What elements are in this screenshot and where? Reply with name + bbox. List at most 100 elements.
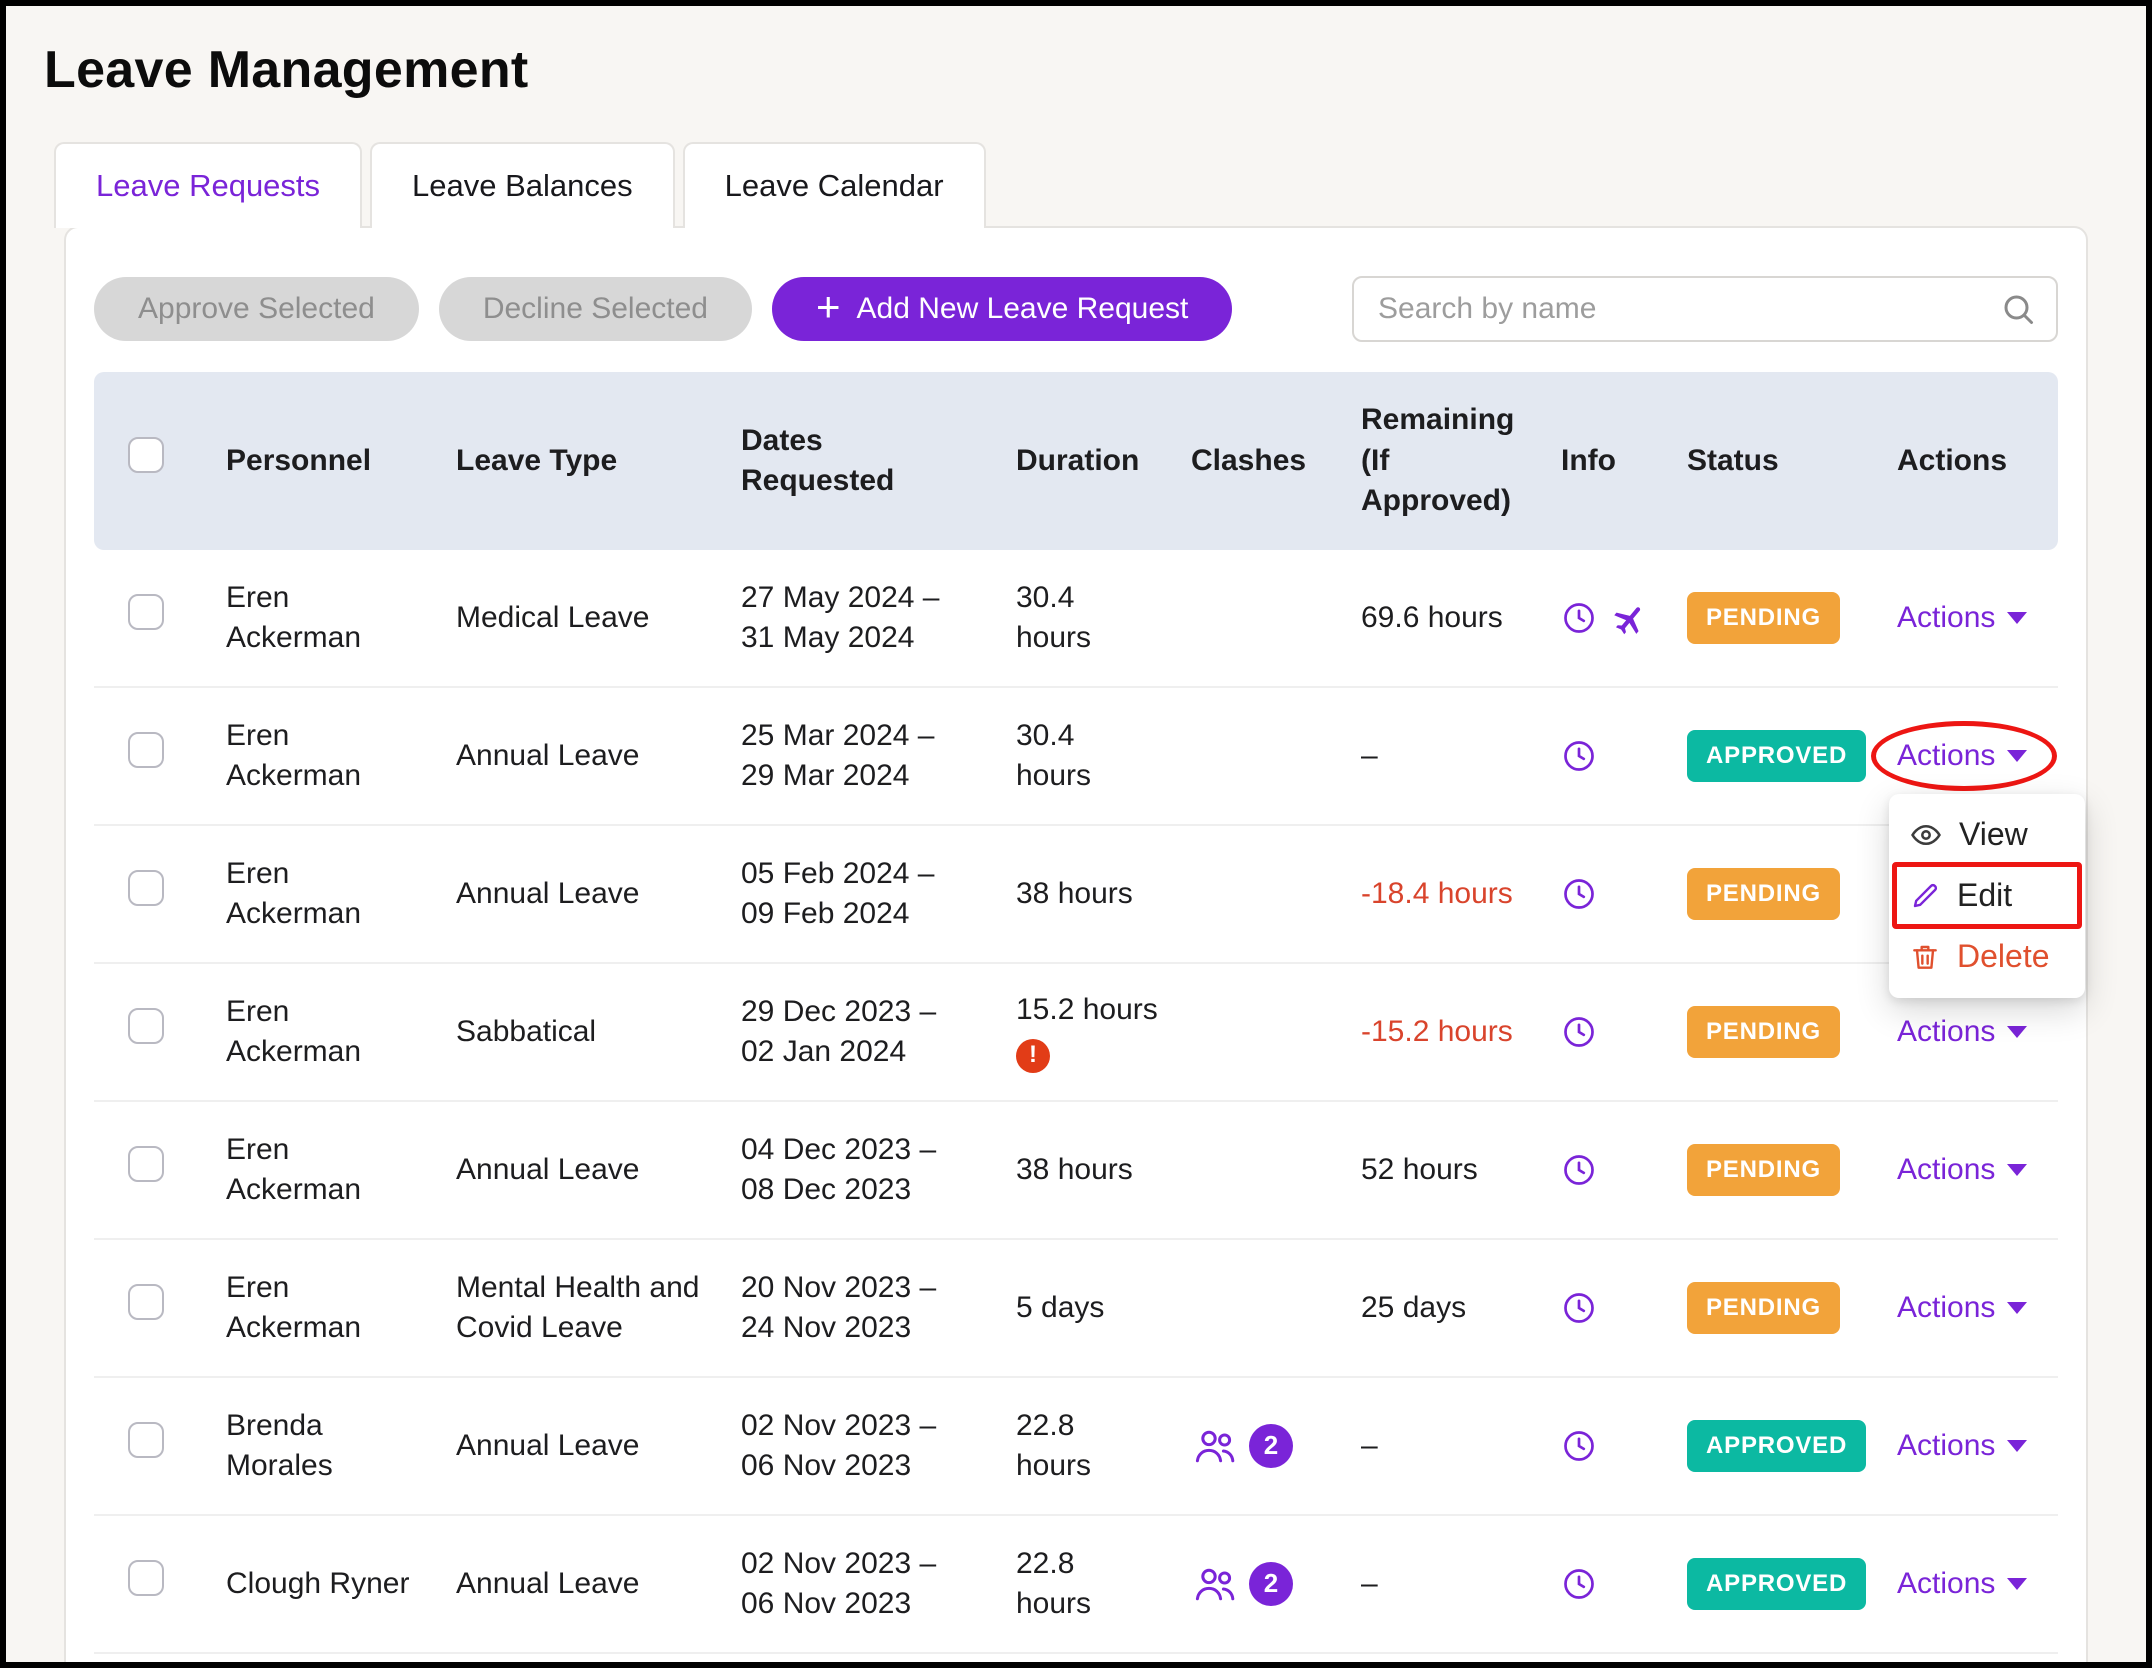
info-cell xyxy=(1561,1428,1687,1464)
header-checkbox-cell xyxy=(94,437,226,485)
info-cell xyxy=(1561,1152,1687,1188)
actions-button[interactable]: Actions xyxy=(1897,598,2027,639)
clock-icon xyxy=(1561,1428,1597,1464)
header-cell-personnel: Personnel xyxy=(226,441,456,482)
row-checkbox[interactable] xyxy=(128,1422,164,1458)
actions-menu: View Edit Delete xyxy=(1889,794,2085,998)
actions-button-label: Actions xyxy=(1897,1012,1995,1053)
table-row: ErenAckermanAnnual Leave04 Dec 2023 –08 … xyxy=(94,1102,2058,1240)
clock-icon xyxy=(1561,1152,1597,1188)
duration-cell: 38 hours xyxy=(1016,874,1191,915)
chevron-down-icon xyxy=(2007,750,2027,762)
search-input[interactable] xyxy=(1352,276,2058,342)
actions-button-label: Actions xyxy=(1897,1426,1995,1467)
actions-button[interactable]: Actions xyxy=(1897,1426,2027,1467)
status-cell: PENDING xyxy=(1687,1282,1897,1334)
search-icon xyxy=(2000,291,2036,327)
page-title: Leave Management xyxy=(44,40,2146,100)
row-checkbox[interactable] xyxy=(128,1560,164,1596)
table-row: Clough RynerAnnual Leave02 Nov 2023 –06 … xyxy=(94,1516,2058,1654)
decline-selected-button[interactable]: Decline Selected xyxy=(439,277,752,341)
menu-item-label: Edit xyxy=(1957,874,2012,917)
menu-item-label: View xyxy=(1959,813,2028,856)
tab-bar: Leave Requests Leave Balances Leave Cale… xyxy=(54,142,2146,228)
actions-button-label: Actions xyxy=(1897,1150,1995,1191)
checkbox-cell xyxy=(94,1560,226,1608)
leave-type-cell: Annual Leave xyxy=(456,1426,741,1467)
actions-button[interactable]: Actions xyxy=(1897,1150,2027,1191)
remaining-cell: -18.4 hours xyxy=(1361,874,1561,915)
tab-leave-balances[interactable]: Leave Balances xyxy=(370,142,675,228)
info-cell xyxy=(1561,600,1687,636)
remaining-cell: 69.6 hours xyxy=(1361,598,1561,639)
table-row: ErenAckermanMental Health andCovid Leave… xyxy=(94,1240,2058,1378)
trash-icon xyxy=(1909,941,1941,973)
chevron-down-icon xyxy=(2007,1440,2027,1452)
chevron-down-icon xyxy=(2007,1302,2027,1314)
plane-icon xyxy=(1613,600,1649,636)
actions-cell: Actions xyxy=(1897,1012,2057,1053)
header-cell-remaining-if-approved: Remaining(IfApproved) xyxy=(1361,400,1561,522)
clashes-cell: 2 xyxy=(1191,1560,1361,1608)
status-cell: PENDING xyxy=(1687,592,1897,644)
dates-cell: 05 Feb 2024 –09 Feb 2024 xyxy=(741,854,1016,935)
actions-button[interactable]: Actions xyxy=(1897,1564,2027,1605)
app-window: Leave Management Leave Requests Leave Ba… xyxy=(0,0,2152,1668)
header-cell-leave-type: Leave Type xyxy=(456,441,741,482)
select-all-checkbox[interactable] xyxy=(128,437,164,473)
info-cell xyxy=(1561,1566,1687,1602)
add-leave-request-button[interactable]: + Add New Leave Request xyxy=(772,277,1232,341)
actions-cell: Actions xyxy=(1897,598,2057,639)
approve-selected-button[interactable]: Approve Selected xyxy=(94,277,419,341)
checkbox-cell xyxy=(94,594,226,642)
info-cell xyxy=(1561,1290,1687,1326)
actions-button-label: Actions xyxy=(1897,1288,1995,1329)
row-checkbox[interactable] xyxy=(128,870,164,906)
content-panel: Approve Selected Decline Selected + Add … xyxy=(64,226,2088,1668)
people-icon xyxy=(1191,1560,1239,1608)
search-box xyxy=(1352,276,2058,342)
actions-cell: Actions xyxy=(1897,1150,2057,1191)
actions-button[interactable]: Actions xyxy=(1897,736,2027,777)
clash-count-badge: 2 xyxy=(1249,1562,1293,1606)
remaining-cell: 52 hours xyxy=(1361,1150,1561,1191)
remaining-cell: -15.2 hours xyxy=(1361,1012,1561,1053)
header-cell-actions: Actions xyxy=(1897,441,2057,482)
duration-cell: 5 days xyxy=(1016,1288,1191,1329)
tab-leave-requests[interactable]: Leave Requests xyxy=(54,142,362,228)
menu-item-delete[interactable]: Delete xyxy=(1889,926,2085,987)
personnel-cell: ErenAckerman xyxy=(226,716,456,797)
actions-button[interactable]: Actions xyxy=(1897,1288,2027,1329)
row-checkbox[interactable] xyxy=(128,1146,164,1182)
toolbar: Approve Selected Decline Selected + Add … xyxy=(94,276,2058,342)
leave-type-cell: Annual Leave xyxy=(456,874,741,915)
actions-cell: ActionsViewEditDelete xyxy=(1897,736,2057,777)
table-body: ErenAckermanMedical Leave27 May 2024 –31… xyxy=(94,550,2058,1654)
duration-cell: 22.8hours xyxy=(1016,1406,1191,1487)
table-row: ErenAckermanAnnual Leave25 Mar 2024 –29 … xyxy=(94,688,2058,826)
actions-cell: Actions xyxy=(1897,1426,2057,1467)
row-checkbox[interactable] xyxy=(128,1008,164,1044)
chevron-down-icon xyxy=(2007,1164,2027,1176)
menu-item-label: Delete xyxy=(1957,935,2050,978)
menu-item-view[interactable]: View xyxy=(1889,804,2085,865)
header-cell-dates-requested: DatesRequested xyxy=(741,421,1016,502)
row-checkbox[interactable] xyxy=(128,1284,164,1320)
duration-cell: 30.4hours xyxy=(1016,716,1191,797)
tab-leave-calendar[interactable]: Leave Calendar xyxy=(683,142,986,228)
actions-button[interactable]: Actions xyxy=(1897,1012,2027,1053)
table-row: ErenAckermanMedical Leave27 May 2024 –31… xyxy=(94,550,2058,688)
row-checkbox[interactable] xyxy=(128,732,164,768)
status-badge: PENDING xyxy=(1687,868,1840,920)
row-checkbox[interactable] xyxy=(128,594,164,630)
header-cell-duration: Duration xyxy=(1016,441,1191,482)
status-badge: APPROVED xyxy=(1687,1420,1866,1472)
remaining-cell: – xyxy=(1361,1426,1561,1467)
duration-cell: 30.4hours xyxy=(1016,578,1191,659)
checkbox-cell xyxy=(94,1422,226,1470)
dates-cell: 20 Nov 2023 –24 Nov 2023 xyxy=(741,1268,1016,1349)
status-badge: PENDING xyxy=(1687,1282,1840,1334)
clock-icon xyxy=(1561,1290,1597,1326)
menu-item-edit[interactable]: Edit xyxy=(1889,865,2085,926)
actions-cell: Actions xyxy=(1897,1564,2057,1605)
